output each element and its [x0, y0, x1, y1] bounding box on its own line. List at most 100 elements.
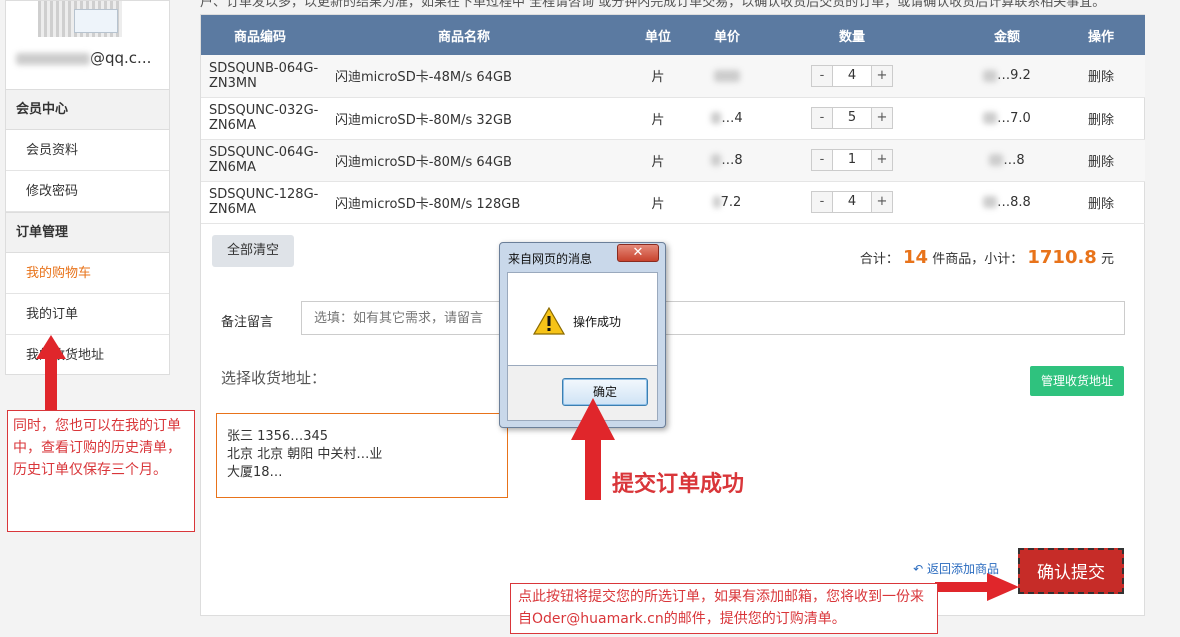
dialog-title: 来自网页的消息	[508, 252, 593, 266]
qty-minus-button[interactable]: -	[812, 150, 832, 170]
table-row: SDSQUNC-064G-ZN6MA 闪迪microSD卡-80M/s 64GB…	[201, 139, 1145, 182]
price-redacted	[714, 69, 740, 82]
product-unit: 片	[609, 55, 707, 98]
user-email: @qq.c...	[16, 49, 151, 67]
qty-cell: -1 +	[747, 139, 957, 182]
sidebar: @qq.c... 会员中心 会员资料 修改密码 订单管理 我的购物车 我的订单 …	[5, 0, 170, 375]
product-unit: 片	[609, 139, 707, 182]
product-amount: …7.0	[957, 97, 1057, 140]
close-icon[interactable]: ✕	[617, 244, 659, 262]
qty-plus-button[interactable]: +	[872, 108, 892, 128]
address-building: 大厦18…	[227, 465, 283, 480]
address-card[interactable]: 张三 1356…345 北京 北京 朝阳 中关村…业 大厦18…	[216, 413, 508, 498]
delete-button[interactable]: 删除	[1057, 139, 1145, 182]
arrow-up-sidebar-icon	[36, 335, 66, 411]
qty-cell: -4 +	[747, 181, 957, 224]
product-name: 闪迪microSD卡-80M/s 32GB	[319, 97, 609, 140]
qty-plus-button[interactable]: +	[872, 150, 892, 170]
dialog-body: 操作成功	[507, 272, 658, 366]
confirm-submit-button[interactable]: 确认提交	[1018, 548, 1124, 594]
orders-history-note: 同时，您也可以在我的订单中，查看订购的历史清单，历史订单仅保存三个月。	[7, 410, 195, 532]
header-action: 操作	[1057, 15, 1145, 55]
address-label: 选择收货地址：	[221, 369, 327, 387]
cart-table-header: 商品编码 商品名称 单位 单价 数量 金额 操作	[201, 15, 1145, 55]
product-amount: …8	[957, 139, 1057, 182]
remark-input[interactable]	[301, 301, 1125, 335]
sidebar-section-orders: 订单管理	[6, 212, 169, 253]
qty-plus-button[interactable]: +	[872, 65, 892, 86]
manage-address-button[interactable]: 管理收货地址	[1030, 366, 1124, 396]
table-row: SDSQUNC-032G-ZN6MA 闪迪microSD卡-80M/s 32GB…	[201, 97, 1145, 140]
price-visible: 7.2	[720, 194, 742, 210]
warning-icon	[533, 307, 565, 335]
delete-button[interactable]: 删除	[1057, 55, 1145, 98]
top-notice-text: 户、订单发以多，以更新的结果为准，如果在下单过程中 全程请咨询 或分钟内完成订单…	[200, 0, 1106, 10]
amount-visible: …7.0	[997, 110, 1031, 126]
sidebar-section-member: 会员中心	[6, 89, 169, 130]
qty-cell: -4 +	[747, 55, 957, 98]
table-row: SDSQUNC-128G-ZN6MA 闪迪microSD卡-80M/s 128G…	[201, 181, 1145, 224]
quantity-stepper: -5 +	[811, 107, 893, 129]
cart-summary: 合计： 14 件商品，小计： 1710.8 元	[860, 247, 1114, 268]
price-visible: …8	[721, 152, 743, 168]
product-code: SDSQUNC-032G-ZN6MA	[201, 97, 319, 140]
header-amount: 金额	[957, 15, 1057, 55]
delete-button[interactable]: 删除	[1057, 97, 1145, 140]
price-redacted	[711, 112, 722, 124]
amount-redacted	[983, 196, 998, 208]
qty-value[interactable]: 5	[832, 108, 872, 128]
summary-suffix: 元	[1100, 252, 1114, 267]
amount-redacted	[983, 112, 998, 124]
summary-prefix: 合计：	[859, 252, 899, 267]
sidebar-item-orders[interactable]: 我的订单	[6, 294, 169, 335]
product-name: 闪迪microSD卡-80M/s 128GB	[319, 181, 609, 224]
sidebar-item-profile[interactable]: 会员资料	[6, 130, 169, 171]
product-amount: …8.8	[957, 181, 1057, 224]
product-amount: …9.2	[957, 55, 1057, 98]
product-price: …8	[707, 139, 747, 182]
clear-all-button[interactable]: 全部清空	[212, 235, 294, 267]
product-unit: 片	[609, 97, 707, 140]
address-region: 北京 北京 朝阳 中关村…业	[227, 447, 383, 462]
qty-cell: -5 +	[747, 97, 957, 140]
header-name: 商品名称	[319, 15, 609, 55]
email-redacted	[16, 52, 90, 65]
sidebar-item-cart[interactable]: 我的购物车	[6, 253, 169, 294]
table-row: SDSQUNB-064G-ZN3MN 闪迪microSD卡-48M/s 64GB…	[201, 55, 1145, 98]
delete-button[interactable]: 删除	[1057, 181, 1145, 224]
price-redacted	[712, 196, 721, 208]
header-price: 单价	[707, 15, 747, 55]
qty-value[interactable]: 4	[832, 192, 872, 212]
success-annotation: 提交订单成功	[612, 472, 745, 497]
header-unit: 单位	[609, 15, 707, 55]
dialog-message: 操作成功	[573, 315, 622, 329]
qty-minus-button[interactable]: -	[812, 65, 832, 86]
summary-total: 1710.8	[1027, 247, 1097, 268]
qty-plus-button[interactable]: +	[872, 192, 892, 212]
qty-value[interactable]: 4	[832, 65, 872, 86]
product-code: SDSQUNB-064G-ZN3MN	[201, 55, 319, 98]
qty-minus-button[interactable]: -	[812, 108, 832, 128]
product-name: 闪迪microSD卡-80M/s 64GB	[319, 139, 609, 182]
summary-count: 14	[903, 247, 929, 268]
header-qty: 数量	[747, 15, 957, 55]
quantity-stepper: -4 +	[811, 191, 893, 213]
quantity-stepper: -1 +	[811, 149, 893, 171]
qty-minus-button[interactable]: -	[812, 192, 832, 212]
product-code: SDSQUNC-128G-ZN6MA	[201, 181, 319, 224]
product-price: …4	[707, 97, 747, 140]
summary-mid: 件商品，小计：	[932, 252, 1024, 267]
undo-arrow-icon: ↶	[913, 562, 927, 576]
sidebar-item-password[interactable]: 修改密码	[6, 171, 169, 212]
sidebar-item-address[interactable]: 我的收货地址	[6, 335, 169, 376]
quantity-stepper: -4 +	[811, 64, 893, 87]
qty-value[interactable]: 1	[832, 150, 872, 170]
amount-visible: …9.2	[997, 68, 1031, 84]
price-visible: …4	[721, 110, 743, 126]
product-price: 7.2	[707, 181, 747, 224]
amount-visible: …8	[1003, 152, 1025, 168]
arrow-right-confirm-icon	[935, 573, 1019, 601]
cart-panel: 商品编码 商品名称 单位 单价 数量 金额 操作 SDSQUNB-064G-ZN…	[200, 14, 1145, 616]
product-unit: 片	[609, 181, 707, 224]
product-name: 闪迪microSD卡-48M/s 64GB	[319, 55, 609, 98]
